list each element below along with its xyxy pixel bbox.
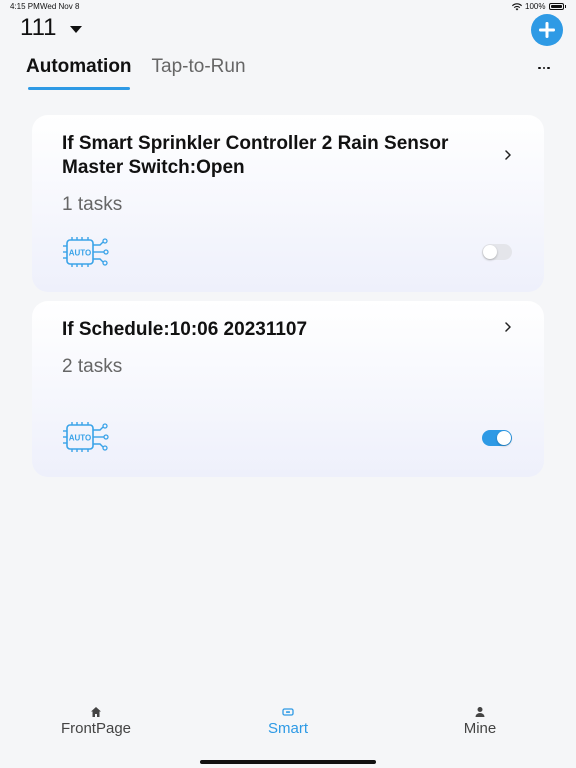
automation-toggle[interactable] [482, 430, 512, 446]
home-indicator [200, 760, 376, 764]
plus-icon [539, 22, 555, 38]
nav-mine-label: Mine [463, 720, 497, 737]
auto-badge-text: AUTO [69, 249, 92, 258]
tab-automation-label: Automation [26, 56, 132, 77]
tab-underline [28, 87, 130, 90]
automation-card[interactable]: If Smart Sprinkler Controller 2 Rain Sen… [32, 115, 544, 292]
home-selector[interactable]: 111 [20, 14, 83, 42]
more-dot-icon [547, 66, 550, 70]
chevron-right-icon [505, 150, 511, 160]
tab-tap-to-run[interactable]: Tap-to-Run [152, 56, 246, 86]
auto-badge-text: AUTO [69, 434, 92, 443]
toggle-knob [483, 245, 497, 259]
automation-title: If Smart Sprinkler Controller 2 Rain Sen… [62, 133, 449, 178]
home-icon [91, 707, 101, 717]
automation-task-count: 1 tasks [62, 194, 123, 215]
nav-mine[interactable]: Mine [420, 706, 540, 737]
smart-icon [282, 708, 294, 716]
tab-tap-to-run-label: Tap-to-Run [151, 56, 246, 77]
nav-smart[interactable]: Smart [228, 706, 348, 737]
home-name: 111 [20, 14, 57, 41]
caret-down-icon [70, 25, 83, 33]
battery-tip [564, 5, 566, 8]
more-dot-icon [538, 66, 541, 70]
battery-icon [548, 3, 564, 10]
status-bar: 4:15 PM Wed Nov 8 100% [0, 0, 576, 14]
automation-card[interactable]: If Schedule:10:06 20231107 2 tasks AUTO [32, 301, 544, 477]
more-options-button[interactable] [534, 60, 554, 76]
nav-frontpage-label: FrontPage [60, 720, 132, 737]
nav-frontpage[interactable]: FrontPage [36, 706, 156, 737]
status-date: Wed Nov 8 [40, 2, 80, 11]
battery-percent: 100% [525, 2, 546, 11]
chevron-right-icon [505, 322, 511, 332]
auto-chip-icon: AUTO [63, 237, 109, 267]
tab-bar: Automation Tap-to-Run [26, 56, 246, 90]
status-time: 4:15 PM [10, 2, 40, 11]
wifi-icon [512, 2, 523, 10]
person-icon [475, 707, 485, 717]
status-right: 100% [512, 2, 566, 11]
add-button[interactable] [531, 14, 563, 46]
automation-toggle[interactable] [482, 244, 512, 260]
toggle-knob [497, 431, 511, 445]
nav-smart-label: Smart [267, 720, 308, 737]
bottom-nav: FrontPage Smart Mine [0, 700, 576, 768]
tab-automation[interactable]: Automation [26, 56, 132, 90]
auto-chip-icon: AUTO [63, 422, 109, 452]
automation-title: If Schedule:10:06 20231107 [62, 319, 308, 340]
automation-task-count: 2 tasks [62, 356, 123, 377]
more-dot-icon [542, 66, 546, 70]
